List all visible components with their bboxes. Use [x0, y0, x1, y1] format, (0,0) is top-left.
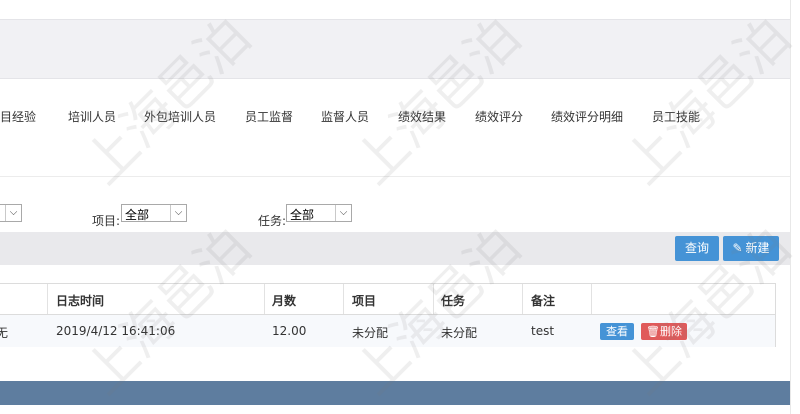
task-filter-label: 任务:	[258, 214, 287, 228]
view-button[interactable]: 查看	[600, 323, 634, 340]
scrollbar-track[interactable]	[790, 0, 800, 414]
table-row: 无 2019/4/12 16:41:06 12.00 未分配 未分配 test …	[0, 314, 775, 347]
query-button-label: 查询	[684, 241, 709, 255]
cell-log-time: 2019/4/12 16:41:06	[56, 324, 176, 338]
chevron-down-icon: ⌵	[335, 205, 351, 221]
query-button[interactable]: 查询	[675, 236, 719, 261]
first-filter-select[interactable]: ⌵	[0, 204, 22, 222]
tab-performance-score[interactable]: 绩效评分	[475, 108, 523, 125]
tab-project-experience[interactable]: 目经验	[0, 108, 36, 125]
task-filter-select[interactable]: 全部 ⌵	[286, 204, 352, 222]
records-table: 日志时间 月数 项目 任务 备注 无 2019/4/12 16:41:06 12…	[0, 283, 776, 347]
tab-outsourced-trainees[interactable]: 外包培训人员	[144, 108, 216, 125]
cell-remark: test	[531, 324, 555, 338]
header-project[interactable]: 项目	[352, 292, 376, 309]
tab-performance-results[interactable]: 绩效结果	[398, 108, 446, 125]
module-tabs: 目经验 培训人员 外包培训人员 员工监督 监督人员 绩效结果 绩效评分 绩效评分…	[0, 100, 800, 132]
header-remark[interactable]: 备注	[531, 292, 555, 309]
project-filter-label: 项目:	[92, 214, 121, 228]
cell-months: 12.00	[272, 324, 307, 338]
toolbar: 查询 ✎ 新建	[0, 232, 790, 265]
cell-project: 未分配	[352, 326, 389, 340]
view-button-label: 查看	[606, 325, 628, 338]
delete-button-label: 删除	[659, 325, 682, 338]
new-button[interactable]: ✎ 新建	[723, 236, 779, 261]
header-months[interactable]: 月数	[272, 292, 296, 309]
header-task[interactable]: 任务	[441, 292, 465, 309]
footer-bar	[0, 381, 790, 405]
tab-trainees[interactable]: 培训人员	[68, 108, 116, 125]
cell-first: 无	[0, 326, 9, 340]
tab-supervisors[interactable]: 监督人员	[321, 108, 369, 125]
delete-button[interactable]: 🗑删除	[641, 323, 687, 340]
tab-employee-supervision[interactable]: 员工监督	[245, 108, 293, 125]
pencil-icon: ✎	[732, 241, 743, 255]
cell-task: 未分配	[441, 326, 478, 340]
chevron-down-icon: ⌵	[170, 205, 186, 221]
tab-employee-skills[interactable]: 员工技能	[652, 108, 700, 125]
trash-icon: 🗑	[646, 325, 660, 338]
task-filter-value: 全部	[290, 208, 315, 222]
tab-performance-score-detail[interactable]: 绩效评分明细	[551, 108, 623, 125]
divider	[0, 176, 800, 177]
header-band	[0, 19, 800, 79]
header-log-time[interactable]: 日志时间	[56, 292, 104, 309]
project-filter-value: 全部	[125, 208, 150, 222]
chevron-down-icon: ⌵	[5, 205, 21, 221]
new-button-label: 新建	[745, 241, 770, 255]
project-filter-select[interactable]: 全部 ⌵	[121, 204, 187, 222]
